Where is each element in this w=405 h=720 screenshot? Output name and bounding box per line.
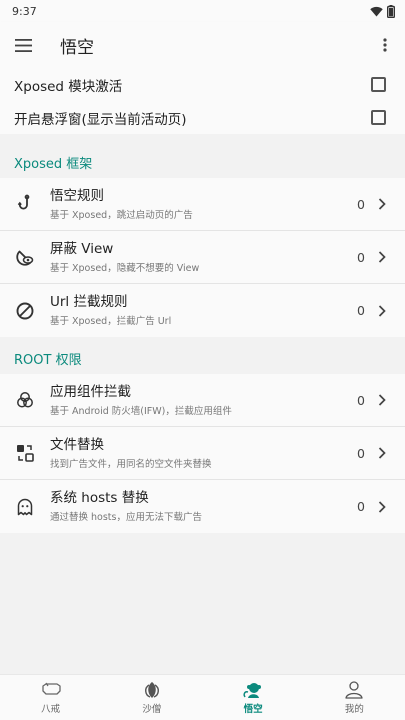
item-count: 0 [357, 249, 365, 265]
chevron-right-icon [371, 500, 393, 513]
chevron-right-icon [371, 304, 393, 317]
nav-label: 悟空 [243, 703, 263, 715]
list-item-component-block[interactable]: 应用组件拦截 基于 Android 防火墙(IFW)，拦截应用组件 0 [0, 374, 405, 427]
xposed-list: 悟空规则 基于 Xposed，跳过启动页的广告 0 屏蔽 View 基于 Xpo… [0, 178, 405, 337]
xposed-activate-checkbox[interactable] [371, 77, 386, 92]
swap-icon [17, 445, 34, 462]
item-subtitle: 基于 Xposed，隐藏不想要的 View [50, 262, 200, 274]
ghost-icon [17, 498, 33, 515]
more-vert-icon [383, 38, 387, 52]
hook-icon [17, 194, 30, 210]
xposed-activate-row[interactable]: Xposed 模块激活 [0, 68, 405, 101]
person-icon [345, 680, 364, 699]
floating-window-checkbox[interactable] [371, 110, 386, 125]
battery-icon [387, 4, 395, 18]
leaf-icon [144, 681, 159, 698]
floating-window-row[interactable]: 开启悬浮窗(显示当前活动页) [0, 101, 405, 134]
nav-label: 八戒 [41, 703, 61, 715]
nav-item-shaseng[interactable]: 沙僧 [101, 675, 202, 720]
item-title: 屏蔽 View [50, 240, 114, 257]
nav-item-me[interactable]: 我的 [304, 675, 405, 720]
item-subtitle: 找到广告文件，用同名的空文件夹替换 [50, 458, 212, 470]
nav-item-bajie[interactable]: 八戒 [0, 675, 101, 720]
hamburger-icon [14, 38, 32, 52]
item-title: 文件替换 [50, 436, 104, 453]
item-count: 0 [357, 303, 365, 318]
chevron-right-icon [371, 394, 393, 406]
settings-card: Xposed 模块激活 开启悬浮窗(显示当前活动页) [0, 68, 405, 134]
menu-button[interactable] [0, 22, 46, 68]
app-bar: 悟空 [0, 22, 405, 68]
item-subtitle: 基于 Android 防火墙(IFW)，拦截应用组件 [50, 405, 232, 417]
page-title: 悟空 [60, 37, 94, 58]
item-count: 0 [357, 196, 365, 212]
chevron-right-icon [371, 198, 393, 210]
item-title: 系统 hosts 替换 [50, 490, 149, 506]
root-list: 应用组件拦截 基于 Android 防火墙(IFW)，拦截应用组件 0 文件替换… [0, 374, 405, 533]
item-subtitle: 基于 Xposed，拦截广告 Url [50, 316, 172, 327]
section-header-root: ROOT 权限 [14, 353, 82, 368]
list-item-hosts-replace[interactable]: 系统 hosts 替换 通过替换 hosts，应用无法下载广告 0 [0, 480, 405, 533]
pig-icon [41, 682, 61, 695]
item-count: 0 [357, 445, 365, 461]
nav-item-wukong[interactable]: 悟空 [203, 675, 304, 720]
status-icons [370, 4, 395, 18]
wifi-icon [370, 6, 383, 16]
list-item-url-block[interactable]: Url 拦截规则 基于 Xposed，拦截广告 Url 0 [0, 284, 405, 337]
monkey-icon [243, 682, 262, 698]
section-header-xposed: Xposed 框架 [14, 157, 93, 172]
more-options-button[interactable] [365, 22, 405, 68]
list-item-wukong-rules[interactable]: 悟空规则 基于 Xposed，跳过启动页的广告 0 [0, 178, 405, 231]
status-time: 9:37 [12, 4, 37, 18]
chevron-right-icon [371, 447, 393, 459]
item-subtitle: 基于 Xposed，跳过启动页的广告 [50, 209, 193, 221]
eye-block-icon [16, 250, 34, 266]
item-title: 悟空规则 [50, 187, 104, 204]
item-count: 0 [357, 392, 365, 408]
bottom-navigation: 八戒 沙僧 悟空 我的 [0, 674, 405, 720]
list-item-block-view[interactable]: 屏蔽 View 基于 Xposed，隐藏不想要的 View 0 [0, 231, 405, 284]
circles-icon [17, 392, 33, 408]
nav-label: 沙僧 [142, 703, 162, 715]
item-count: 0 [357, 499, 365, 514]
status-bar: 9:37 [0, 0, 405, 22]
xposed-activate-label: Xposed 模块激活 [14, 78, 123, 95]
item-title: 应用组件拦截 [50, 383, 131, 400]
floating-window-label: 开启悬浮窗(显示当前活动页) [14, 111, 187, 128]
chevron-right-icon [371, 251, 393, 263]
nav-label: 我的 [344, 703, 364, 715]
list-item-file-replace[interactable]: 文件替换 找到广告文件，用同名的空文件夹替换 0 [0, 427, 405, 480]
block-icon [16, 302, 34, 319]
item-title: Url 拦截规则 [50, 294, 128, 310]
item-subtitle: 通过替换 hosts，应用无法下载广告 [50, 512, 202, 523]
